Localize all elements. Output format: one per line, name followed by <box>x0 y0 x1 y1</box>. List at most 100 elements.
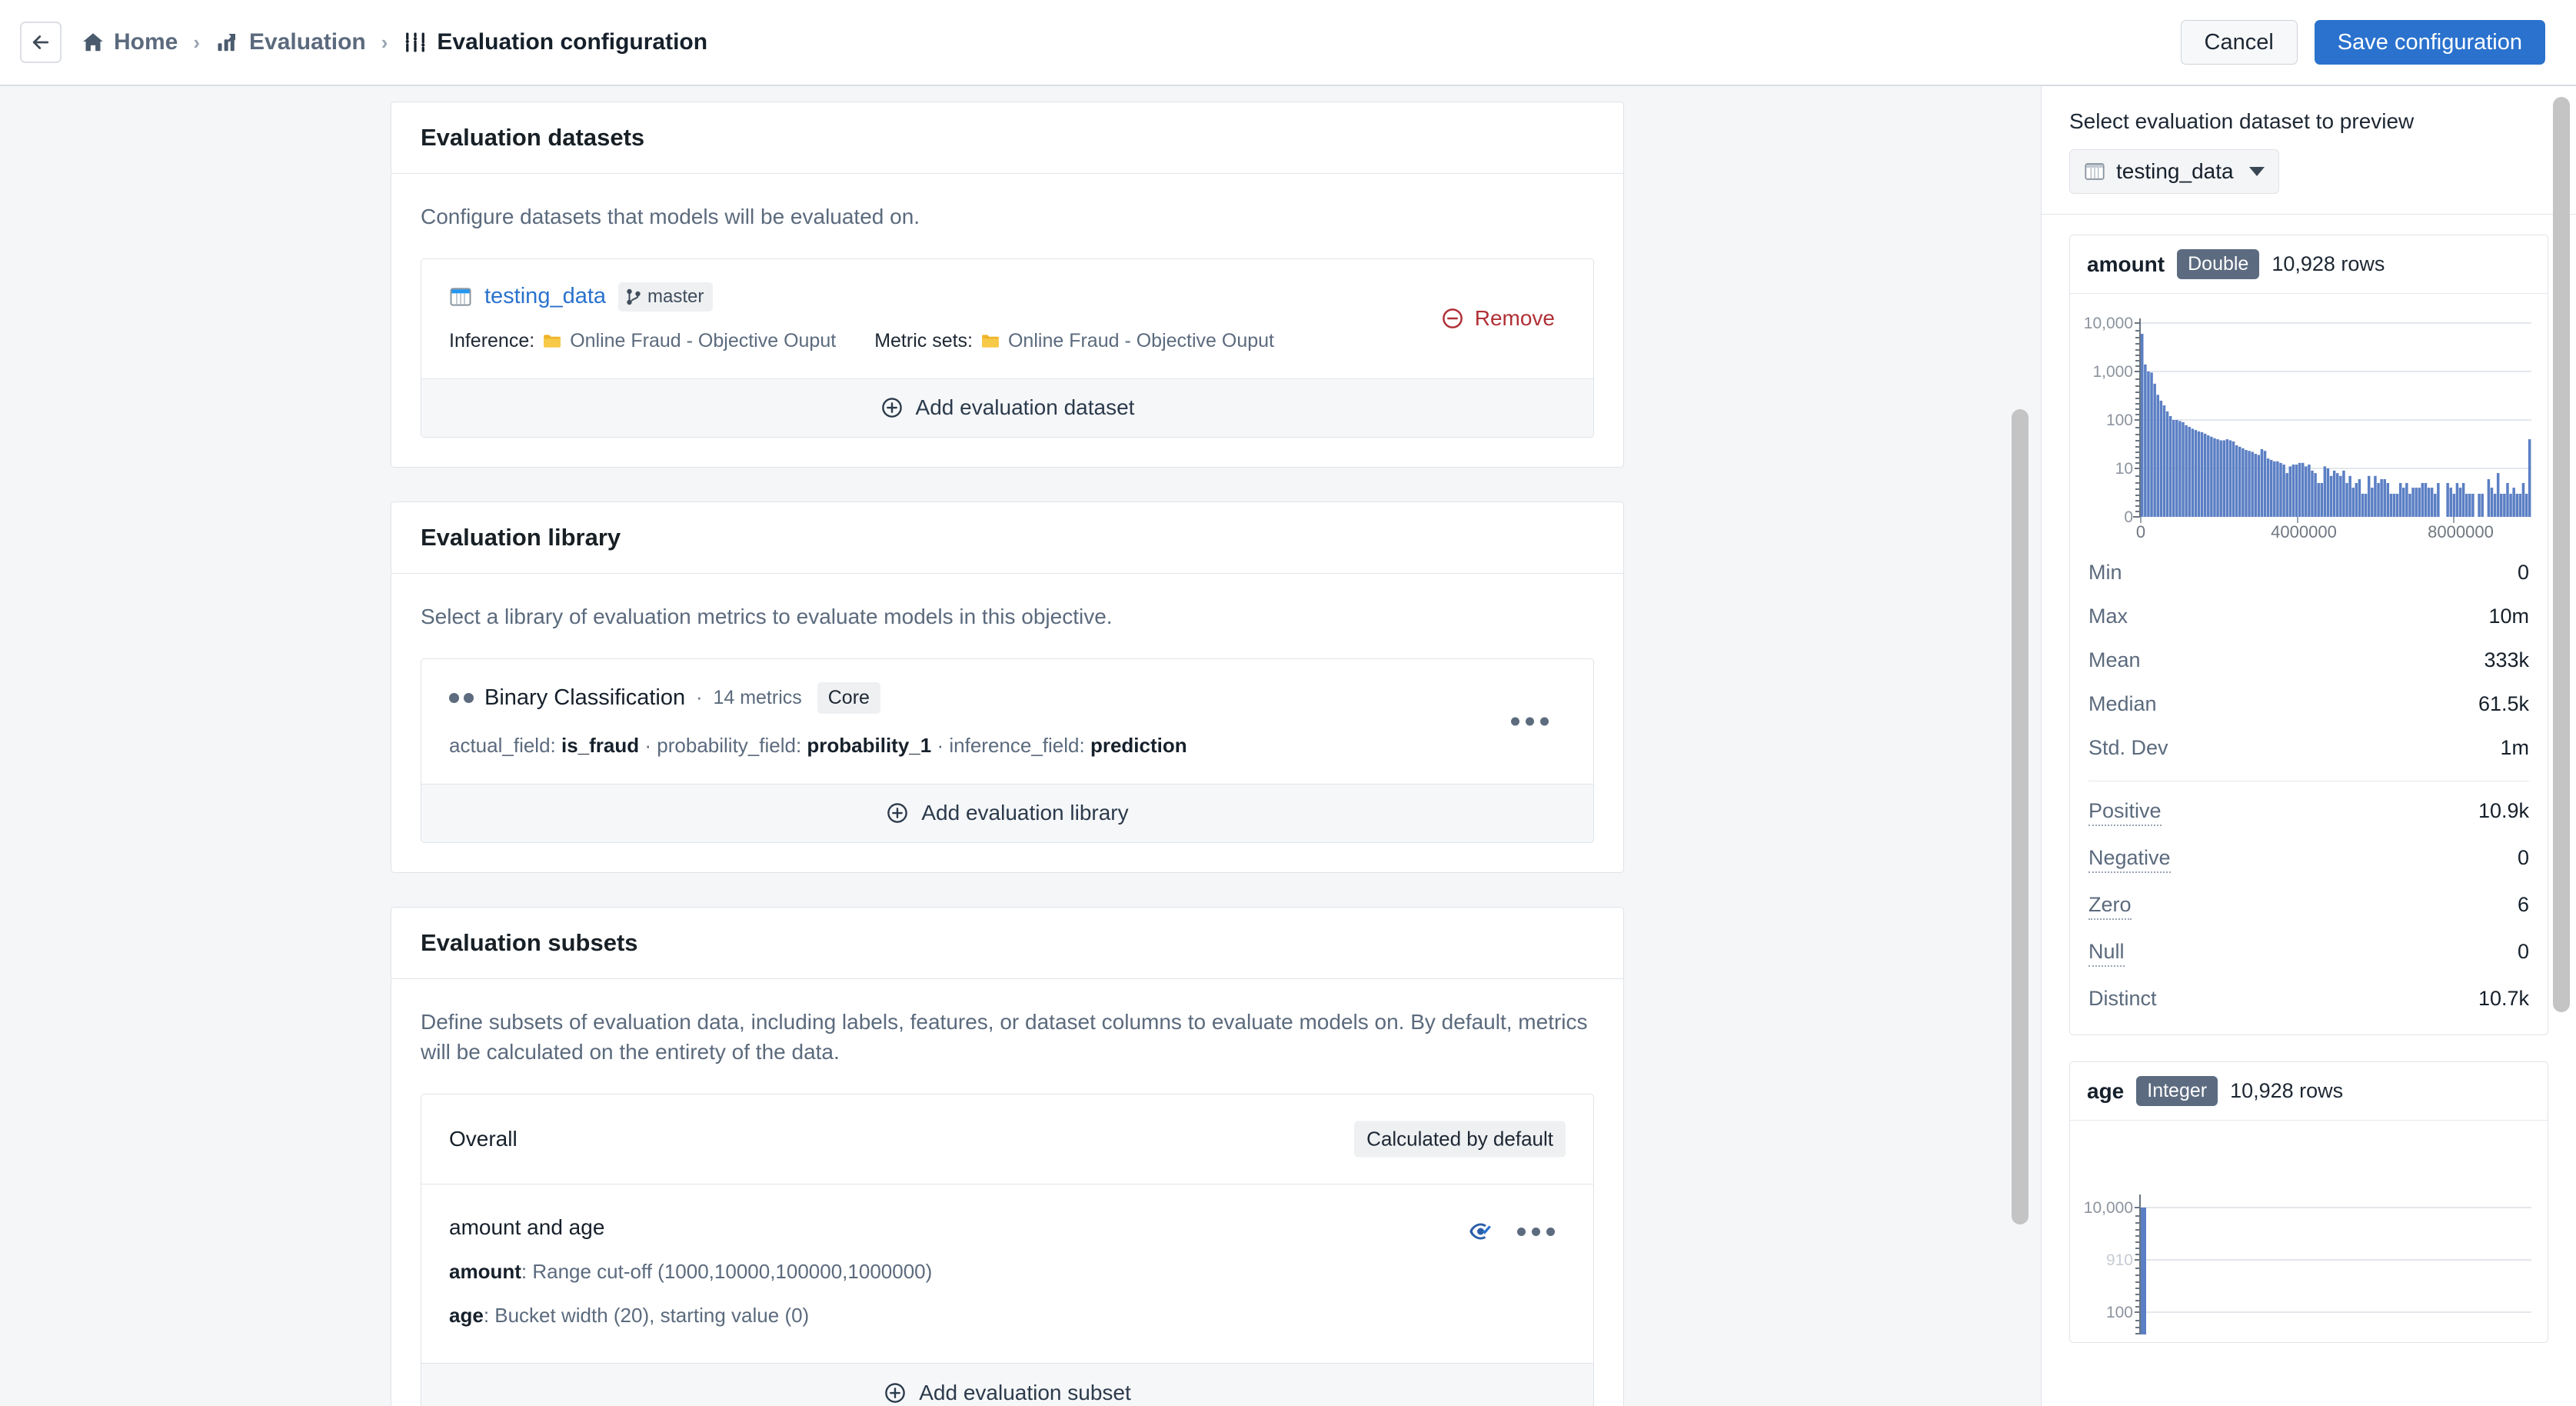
svg-text:0: 0 <box>2136 522 2145 538</box>
histogram-bar <box>2358 478 2361 517</box>
histogram-bar <box>2339 475 2342 517</box>
dataset-name-link[interactable]: testing_data <box>484 284 606 309</box>
histogram-bar <box>2295 465 2298 517</box>
preview-subset-button[interactable] <box>1468 1220 1494 1243</box>
histogram-bar <box>2203 433 2207 517</box>
breadcrumb-item-home[interactable]: Home <box>82 29 178 55</box>
histogram-bar <box>2411 488 2415 517</box>
column-type-badge: Integer <box>2136 1076 2218 1106</box>
histogram-bar <box>2351 488 2355 517</box>
age-histogram: 10,000 910 100 <box>2070 1121 2548 1342</box>
library-name[interactable]: Binary Classification <box>484 685 685 711</box>
cancel-button[interactable]: Cancel <box>2180 20 2298 65</box>
svg-text:8000000: 8000000 <box>2428 522 2494 538</box>
stat-value: 0 <box>2517 846 2529 869</box>
histogram-bar <box>2355 482 2358 517</box>
histogram-bar <box>2144 364 2147 517</box>
histogram-bar <box>2194 430 2198 517</box>
histogram-bar <box>2421 482 2425 517</box>
save-configuration-button[interactable]: Save configuration <box>2314 20 2545 65</box>
subset-row-amount-and-age: amount and age amount: Range cut-off (10… <box>421 1184 1593 1363</box>
stat-label: Max <box>2088 605 2128 628</box>
histogram-bar <box>2405 482 2408 517</box>
stat-label[interactable]: Positive <box>2088 799 2162 826</box>
histogram-bar <box>2141 333 2144 517</box>
field-sep: · <box>937 733 950 757</box>
stat-value: 61.5k <box>2478 692 2529 715</box>
histogram-bar <box>2266 458 2270 517</box>
left-scrollbar-thumb[interactable] <box>2012 409 2029 1224</box>
svg-text:100: 100 <box>2106 411 2133 429</box>
folder-icon <box>982 335 999 348</box>
stat-value: 10m <box>2488 605 2529 628</box>
subset-title: amount and age <box>449 1215 605 1239</box>
stat-row: Min 0 <box>2088 551 2529 595</box>
add-library-label: Add evaluation library <box>921 801 1129 825</box>
histogram-bar <box>2150 372 2153 517</box>
add-evaluation-dataset-button[interactable]: Add evaluation dataset <box>421 378 1593 437</box>
library-menu-button[interactable] <box>1511 717 1549 725</box>
left-scrollbar[interactable] <box>2012 86 2029 1406</box>
inference-value[interactable]: Online Fraud - Objective Ouput <box>570 330 836 352</box>
histogram-bar <box>2487 478 2491 517</box>
subset-detail: amount: Range cut-off (1000,10000,100000… <box>449 1260 1566 1284</box>
histogram-bar <box>2386 482 2390 517</box>
column-card-age: age Integer 10,928 rows 10,000 910 100 <box>2069 1061 2548 1343</box>
histogram-bar <box>2452 493 2456 517</box>
histogram-bar <box>2415 488 2418 517</box>
remove-dataset-button[interactable]: Remove <box>1441 306 1555 331</box>
right-scrollbar[interactable] <box>2553 86 2570 1406</box>
histogram-bar <box>2263 451 2267 517</box>
stat-label[interactable]: Negative <box>2088 846 2171 873</box>
column-name: amount <box>2087 252 2165 276</box>
metric-sets-value[interactable]: Online Fraud - Objective Ouput <box>1008 330 1274 352</box>
histogram-bar <box>2465 493 2468 517</box>
right-scrollbar-thumb[interactable] <box>2553 97 2570 1012</box>
library-fields: actual_field: is_fraud · probability_fie… <box>449 734 1566 758</box>
add-evaluation-library-button[interactable]: Add evaluation library <box>421 783 1593 842</box>
configuration-scroll-region: Evaluation datasets Configure datasets t… <box>0 86 2041 1406</box>
field-key: inference_field: <box>949 733 1085 757</box>
add-evaluation-subset-button[interactable]: Add evaluation subset <box>421 1363 1593 1406</box>
histogram-bar <box>2481 493 2484 517</box>
svg-text:10: 10 <box>2115 460 2133 478</box>
histogram-bar <box>2367 475 2371 517</box>
histogram-bar <box>2248 451 2251 517</box>
evaluation-subsets-card: Evaluation subsets Define subsets of eva… <box>391 906 1624 1406</box>
amount-statistics: Min 0 Max 10m Mean 333k Median 61.5k Std… <box>2070 546 2548 1035</box>
breadcrumb-item-evaluation[interactable]: Evaluation <box>215 29 366 55</box>
stat-row: Null 0 <box>2088 930 2529 977</box>
histogram-bar <box>2257 455 2261 517</box>
minus-circle-icon <box>1442 308 1463 329</box>
metric-sets-label: Metric sets: <box>874 329 973 352</box>
chevron-down-icon <box>2248 167 2265 176</box>
histogram-bar <box>2392 493 2396 517</box>
histogram-bar <box>2455 482 2459 517</box>
histogram-bar <box>2254 454 2257 517</box>
histogram-bar <box>2228 440 2232 517</box>
stat-row: Distinct 10.7k <box>2088 977 2529 1021</box>
dataset-select[interactable]: testing_data <box>2069 149 2279 194</box>
evaluation-library-card: Evaluation library Select a library of e… <box>391 501 1624 873</box>
branch-badge[interactable]: master <box>618 282 714 312</box>
subset-menu-button[interactable] <box>1517 1227 1555 1236</box>
back-button[interactable] <box>20 22 62 63</box>
histogram-bar <box>2291 465 2295 517</box>
stat-label[interactable]: Zero <box>2088 893 2132 920</box>
histogram-bar <box>2210 436 2213 517</box>
histogram-bar <box>2446 482 2449 517</box>
field-sep: · <box>644 733 657 757</box>
histogram-bar <box>2503 493 2506 517</box>
histogram-bar <box>2172 420 2175 517</box>
column-header: amount Double 10,928 rows <box>2070 235 2548 294</box>
kebab-menu-icon <box>1511 717 1549 725</box>
stat-label[interactable]: Null <box>2088 940 2125 967</box>
svg-text:10,000: 10,000 <box>2084 1199 2133 1217</box>
inference-meta: Inference: Online Fraud - Objective Oupu… <box>449 330 836 352</box>
histogram-bar <box>2512 488 2515 517</box>
field-key: probability_field: <box>657 733 802 757</box>
field-value: prediction <box>1090 733 1187 757</box>
card-description: Select a library of evaluation metrics t… <box>421 604 1113 628</box>
eye-check-icon <box>1469 1223 1491 1240</box>
histogram-bar <box>2288 466 2292 517</box>
